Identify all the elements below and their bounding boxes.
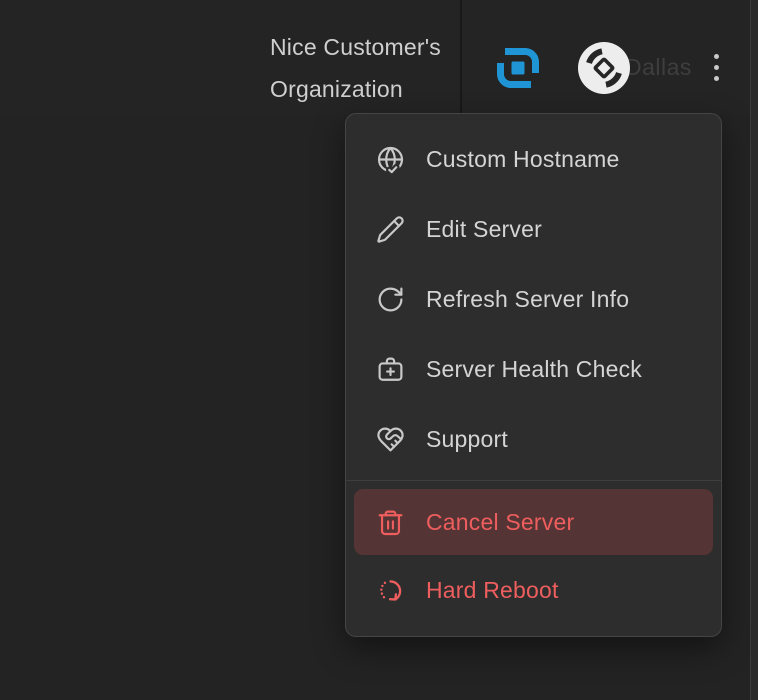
menu-item-custom-hostname[interactable]: Custom Hostname [346, 124, 721, 194]
menu-item-label: Cancel Server [426, 509, 574, 536]
location-badge: Dallas [578, 42, 692, 94]
right-edge-panel [750, 0, 758, 700]
refresh-icon [376, 285, 405, 314]
header-bar: Nice Customer's Organization [0, 0, 751, 115]
menu-item-refresh-server-info[interactable]: Refresh Server Info [346, 264, 721, 334]
menu-item-label: Edit Server [426, 216, 542, 243]
header-right: Dallas [462, 42, 751, 94]
menu-item-label: Hard Reboot [426, 577, 559, 604]
menu-item-support[interactable]: Support [346, 404, 721, 474]
location-logo-icon [578, 42, 630, 94]
menu-item-label: Server Health Check [426, 356, 642, 383]
organization-name: Nice Customer's Organization [270, 26, 441, 110]
menu-item-cancel-server[interactable]: Cancel Server [354, 489, 713, 555]
menu-item-server-health-check[interactable]: Server Health Check [346, 334, 721, 404]
globe-check-icon [376, 145, 405, 174]
kebab-menu-icon[interactable] [705, 48, 729, 88]
menu-item-hard-reboot[interactable]: Hard Reboot [346, 555, 721, 625]
organization-name-line1: Nice Customer's [270, 26, 441, 68]
menu-divider [346, 480, 721, 481]
app-window: Nice Customer's Organization [0, 0, 758, 700]
pencil-icon [376, 215, 405, 244]
heart-handshake-icon [376, 425, 405, 454]
brand-logo-icon[interactable] [492, 42, 544, 94]
briefcase-medical-icon [376, 355, 405, 384]
server-actions-menu: Custom Hostname Edit Server Refresh Serv… [345, 113, 722, 637]
menu-item-label: Refresh Server Info [426, 286, 629, 313]
organization-name-line2: Organization [270, 68, 441, 110]
header-left: Nice Customer's Organization [0, 26, 460, 110]
location-label: Dallas [625, 54, 692, 81]
menu-item-label: Support [426, 426, 508, 453]
menu-item-label: Custom Hostname [426, 146, 619, 173]
menu-item-edit-server[interactable]: Edit Server [346, 194, 721, 264]
trash-icon [376, 508, 405, 537]
rotate-icon [376, 576, 405, 605]
